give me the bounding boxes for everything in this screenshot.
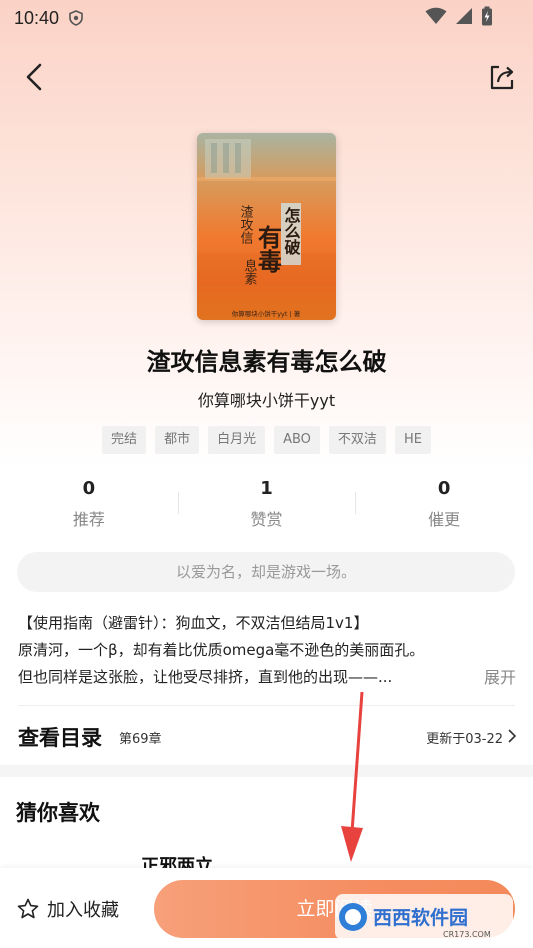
cover-title-side: 怎么破 [282,206,301,256]
section-divider [0,765,533,777]
star-icon [17,898,39,919]
stat-urge-count: 0 [437,478,451,499]
stat-recommend-label: 推荐 [72,510,105,529]
wifi-icon [425,7,447,24]
table-of-contents-row[interactable]: 查看目录 第69章 更新于03-22 [0,716,533,756]
toc-update-date: 更新于03-22 [426,732,503,747]
status-time: 10:40 [14,7,60,28]
cover-title-big: 有毒 [254,225,283,273]
share-icon[interactable] [487,62,517,92]
tag-genre[interactable]: ABO [274,426,320,454]
battery-icon [482,6,492,26]
tag-clean[interactable]: 不双洁 [328,426,386,454]
expand-button[interactable]: 展开 [484,664,516,688]
stat-urge[interactable]: 0 催更 [355,478,533,530]
watermark-url: CR173.COM [443,930,491,939]
signal-icon [456,8,472,24]
tag-ending[interactable]: HE [394,426,431,454]
stat-urge-label: 催更 [428,510,461,529]
stat-recommend[interactable]: 0 推荐 [0,478,178,530]
status-icons [425,6,493,26]
chevron-right-icon [508,729,517,743]
intro-line: 原清河，一个β，却有着比优质omega毫不逊色的美丽面孔。 [18,641,425,659]
back-arrow-icon[interactable] [20,62,50,92]
cover-art: 渣攻信 息素 有毒 怎么破 你算哪块小饼干yyt | 著 [197,139,336,320]
stat-recommend-count: 0 [82,478,96,499]
book-intro[interactable]: 【使用指南（避雷针）：狗血文，不双洁但结局1v1】 原清河，一个β，却有着比优质… [18,610,518,691]
book-slogan: 以爱为名，却是游戏一场。 [17,552,515,592]
tag-status[interactable]: 完结 [102,426,147,454]
book-cover[interactable]: 渣攻信 息素 有毒 怎么破 你算哪块小饼干yyt | 著 [197,133,336,320]
cover-author: 你算哪块小饼干yyt | 著 [232,309,301,318]
watermark-text: 西西软件园 [373,906,468,929]
tag-list: 完结 都市 白月光 ABO 不双洁 HE [0,426,533,454]
intro-line: 但也同样是这张脸，让他受尽排挤，直到他的出现——... [18,668,393,686]
shield-icon [69,10,83,26]
tag-theme[interactable]: 白月光 [208,426,266,454]
cover-title-col1: 渣攻信 [238,205,254,244]
tag-category[interactable]: 都市 [155,426,200,454]
intro-line: 【使用指南（避雷针）：狗血文，不双洁但结局1v1】 [18,614,369,632]
top-navigation [0,56,533,100]
stat-reward[interactable]: 1 赞赏 [177,478,356,530]
status-bar: 10:40 [0,0,533,36]
divider [18,705,515,706]
recommend-section-title: 猜你喜欢 [16,801,100,825]
add-favorite-label: 加入收藏 [47,900,119,921]
toc-title: 查看目录 [18,726,102,750]
stat-reward-label: 赞赏 [250,510,283,529]
add-favorite-button[interactable]: 加入收藏 [17,896,119,922]
stats-row: 0 推荐 1 赞赏 0 催更 [0,478,533,530]
stat-reward-count: 1 [260,478,273,499]
site-watermark-logo: 西西软件园 CR173.COM [335,894,513,940]
toc-chapter-count: 第69章 [119,732,162,747]
book-author[interactable]: 你算哪块小饼干yyt [0,387,533,411]
book-title: 渣攻信息素有毒怎么破 [146,348,387,376]
